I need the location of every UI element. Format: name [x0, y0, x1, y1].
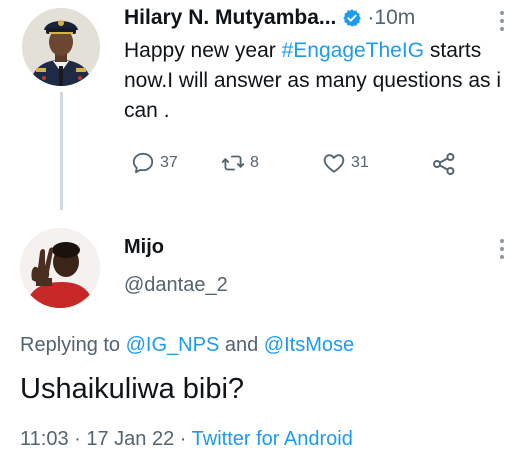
- like-count: 31: [351, 154, 369, 171]
- reply-tweet[interactable]: Mijo @dantae_2 Replying to @IG_NPS and @…: [0, 218, 531, 461]
- author-name[interactable]: Hilary N. Mutyamba...: [124, 6, 336, 30]
- retweet-icon: [221, 155, 245, 171]
- author-avatar[interactable]: [22, 8, 100, 86]
- meta-separator: ·: [174, 428, 192, 450]
- thread-connector-line: [60, 92, 63, 210]
- reply-text: Ushaikuliwa bibi?: [20, 373, 245, 405]
- more-vertical-icon[interactable]: [496, 8, 508, 34]
- mention-link-itsmose[interactable]: @ItsMose: [264, 334, 354, 356]
- replying-to-conjunction: and: [219, 334, 264, 356]
- reply-button[interactable]: 37: [130, 150, 178, 176]
- tweet-actions: 37 8 31: [124, 150, 484, 180]
- avatar-police-officer-image: [22, 8, 100, 86]
- like-button[interactable]: 31: [321, 150, 369, 176]
- reply-author-handle[interactable]: @dantae_2: [124, 274, 228, 297]
- heart-icon: [323, 154, 345, 173]
- tweet-source-link[interactable]: Twitter for Android: [192, 428, 353, 450]
- tweet-text: Happy new year #EngageTheIG starts now.I…: [124, 36, 514, 126]
- time-ago: 10m: [374, 6, 416, 29]
- tweet-timestamp[interactable]: ·10m: [367, 6, 415, 30]
- mention-link-ig-nps[interactable]: @IG_NPS: [126, 334, 220, 356]
- retweet-count: 8: [250, 154, 259, 171]
- replying-to-label: Replying to: [20, 334, 126, 356]
- tweet-date[interactable]: 17 Jan 22: [86, 428, 174, 450]
- tweet-text-part: Happy new year: [124, 39, 282, 62]
- share-icon: [432, 152, 455, 176]
- avatar-person-peace-sign-image: [20, 228, 100, 308]
- comment-icon: [132, 152, 154, 174]
- replying-to-line: Replying to @IG_NPS and @ItsMose: [20, 334, 354, 357]
- reply-count: 37: [160, 154, 178, 171]
- meta-separator: ·: [68, 428, 87, 450]
- share-button[interactable]: [430, 150, 458, 178]
- verified-badge-icon: [342, 8, 362, 28]
- reply-author-name[interactable]: Mijo: [124, 236, 164, 259]
- retweet-button[interactable]: 8: [220, 150, 259, 176]
- reply-author-avatar[interactable]: [20, 228, 100, 308]
- hashtag-link[interactable]: #EngageTheIG: [282, 39, 424, 62]
- tweet-header: Hilary N. Mutyamba... ·10m: [124, 6, 415, 30]
- tweet-metadata: 11:03 · 17 Jan 22 · Twitter for Android: [20, 428, 353, 451]
- tweet-time[interactable]: 11:03: [20, 428, 69, 450]
- parent-tweet[interactable]: Hilary N. Mutyamba... ·10m Happy new yea…: [0, 0, 531, 218]
- more-vertical-icon[interactable]: [496, 236, 508, 262]
